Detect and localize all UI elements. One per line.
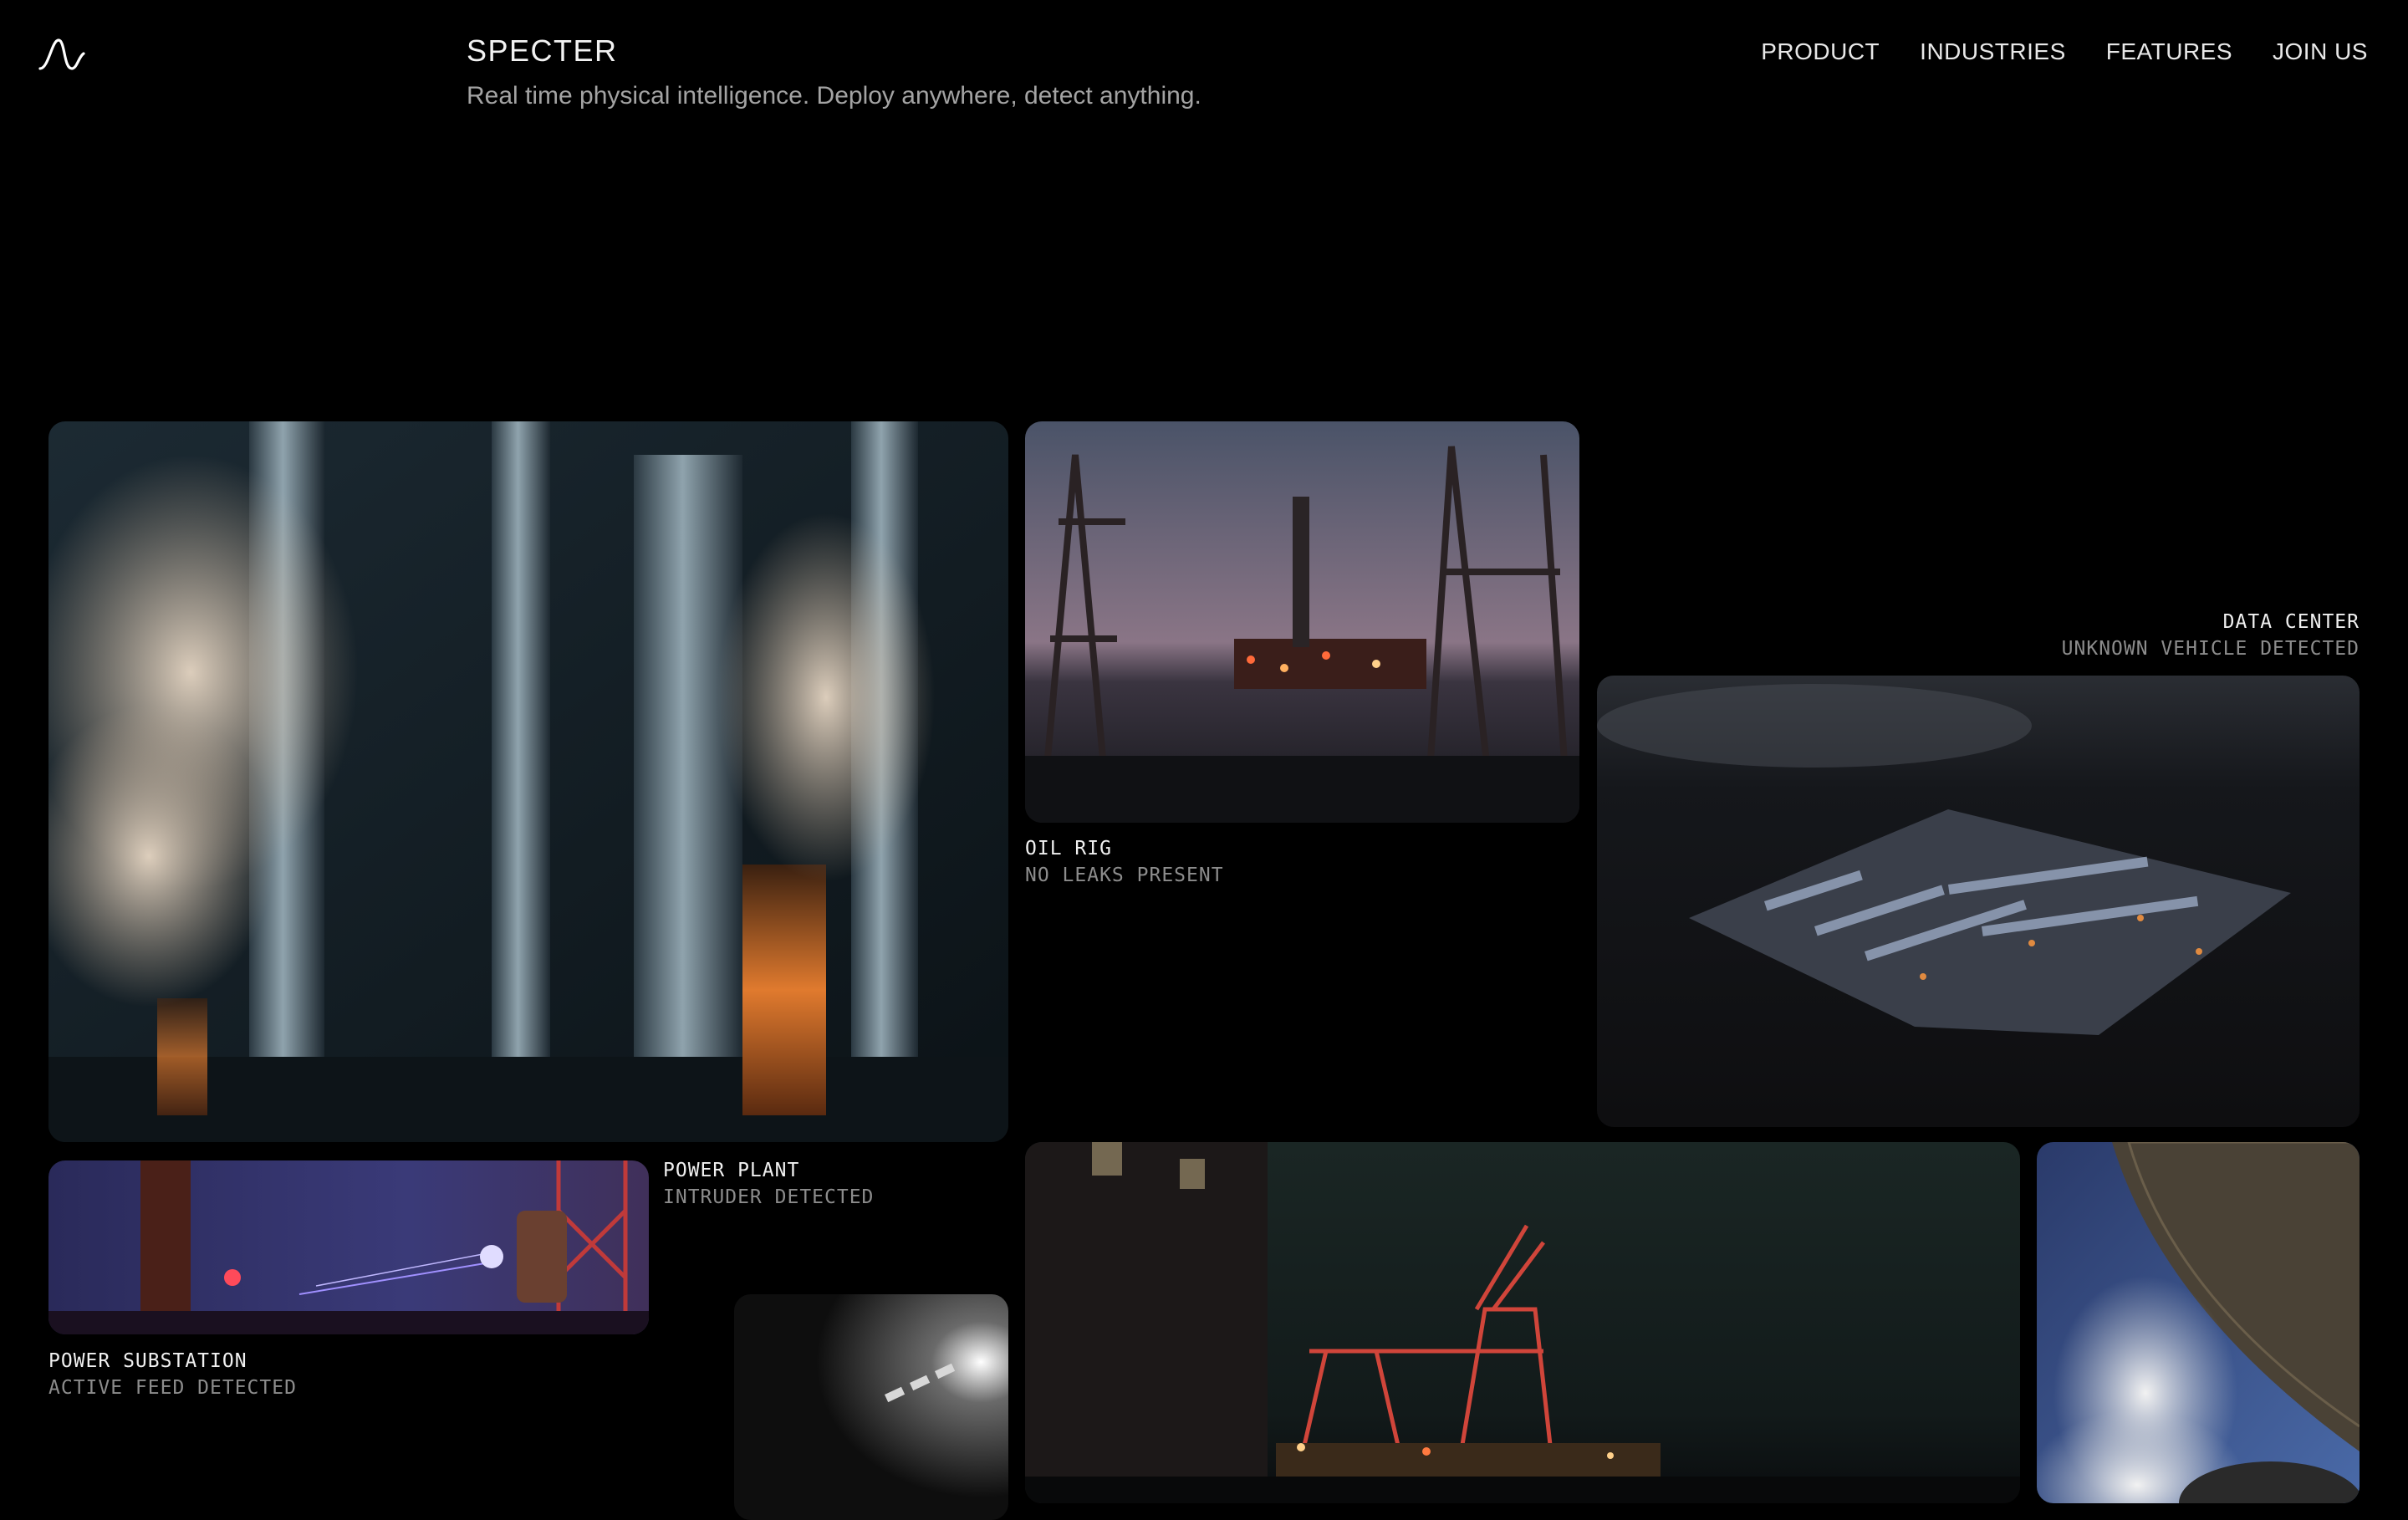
data-center-image[interactable] [1597, 676, 2360, 1127]
power-substation-caption: POWER SUBSTATION ACTIVE FEED DETECTED [48, 1348, 297, 1401]
tagline: Real time physical intelligence. Deploy … [467, 82, 1201, 110]
oil-rig-caption: OIL RIG NO LEAKS PRESENT [1025, 835, 1224, 889]
cooling-tower-image[interactable] [2037, 1142, 2360, 1503]
data-center-caption: DATA CENTER UNKNOWN VEHICLE DETECTED [2062, 609, 2360, 662]
data-center-title: DATA CENTER [2222, 611, 2360, 633]
power-substation-image[interactable] [48, 1160, 649, 1334]
power-plant-title: POWER PLANT [663, 1160, 800, 1181]
brand-name[interactable]: SPECTER [467, 33, 618, 69]
power-plant-caption: POWER PLANT INTRUDER DETECTED [663, 1157, 874, 1211]
data-center-status: UNKNOWN VEHICLE DETECTED [2061, 638, 2360, 660]
waveform-logo-icon[interactable] [38, 37, 85, 72]
nav-item-industries[interactable]: INDUSTRIES [1920, 38, 2066, 65]
nav-item-join-us[interactable]: JOIN US [2273, 38, 2368, 65]
power-plant-image[interactable] [48, 421, 1008, 1142]
power-substation-status: ACTIVE FEED DETECTED [48, 1377, 297, 1399]
nav-item-features[interactable]: FEATURES [2106, 38, 2232, 65]
harbor-cranes-image[interactable] [1025, 1142, 2020, 1503]
power-plant-status: INTRUDER DETECTED [663, 1186, 875, 1208]
power-substation-title: POWER SUBSTATION [48, 1350, 247, 1372]
oil-rig-status: NO LEAKS PRESENT [1025, 865, 1224, 886]
nav-item-product[interactable]: PRODUCT [1761, 38, 1880, 65]
stadium-lights-image[interactable] [734, 1294, 1008, 1520]
oil-rig-image[interactable] [1025, 421, 1579, 823]
oil-rig-title: OIL RIG [1025, 838, 1112, 859]
main-nav: PRODUCT INDUSTRIES FEATURES JOIN US [1761, 38, 2368, 65]
